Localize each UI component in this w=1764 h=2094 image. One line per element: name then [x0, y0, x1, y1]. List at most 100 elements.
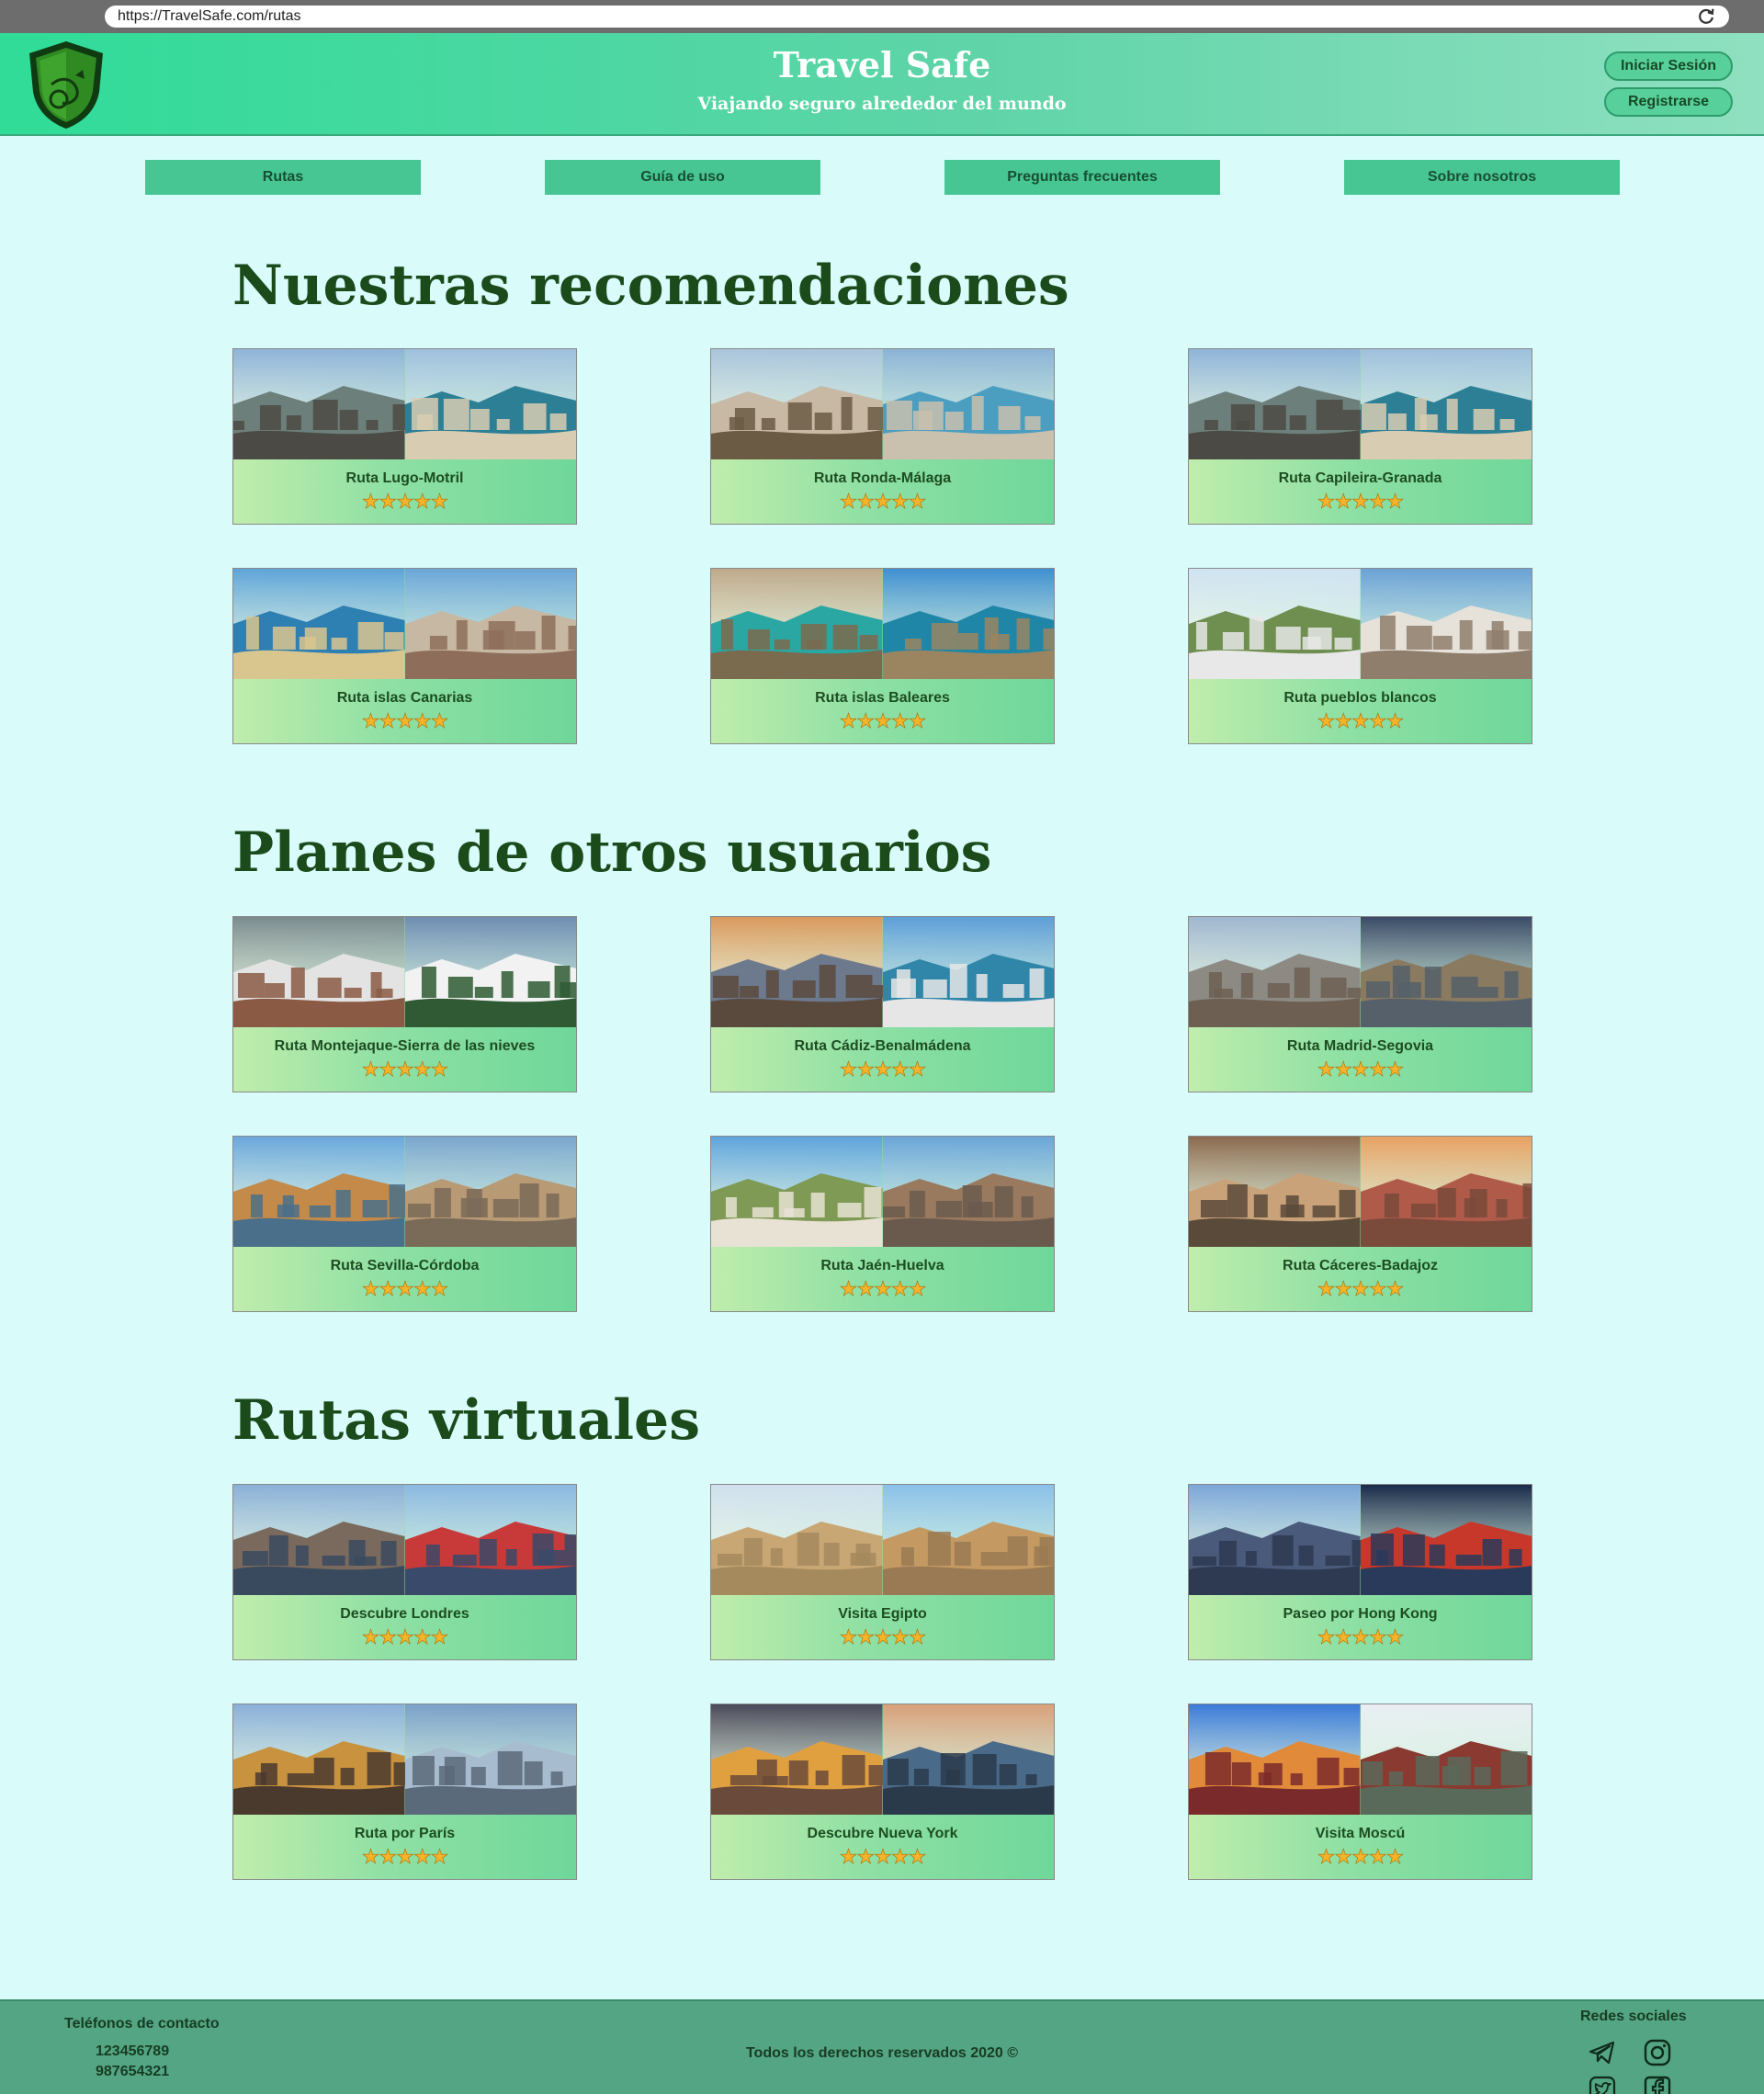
star-icon: ★ — [856, 709, 875, 732]
route-card[interactable]: Ruta Ronda-Málaga ★★★★★ — [710, 348, 1055, 525]
route-photo — [404, 569, 576, 679]
star-icon: ★ — [1334, 709, 1352, 732]
nav-preguntas-frecuentes[interactable]: Preguntas frecuentes — [944, 160, 1220, 195]
route-photos — [233, 1704, 576, 1815]
star-icon: ★ — [1368, 1277, 1387, 1300]
star-icon: ★ — [1385, 1277, 1404, 1300]
telegram-icon[interactable] — [1588, 2038, 1617, 2067]
route-card[interactable]: Ruta Cáceres-Badajoz ★★★★★ — [1188, 1136, 1532, 1312]
route-card[interactable]: Ruta islas Canarias ★★★★★ — [232, 568, 577, 744]
route-photos — [711, 1137, 1054, 1247]
route-card[interactable]: Ruta Montejaque-Sierra de las nieves ★★★… — [232, 916, 577, 1092]
url-text: https://TravelSafe.com/rutas — [118, 8, 301, 24]
star-icon: ★ — [890, 709, 910, 732]
route-title: Visita Moscú — [1315, 1826, 1406, 1841]
star-icon: ★ — [839, 709, 857, 732]
route-card[interactable]: Ruta Sevilla-Córdoba ★★★★★ — [232, 1136, 577, 1312]
route-title: Ruta Madrid-Segovia — [1286, 1038, 1434, 1054]
route-card[interactable]: Paseo por Hong Kong ★★★★★ — [1188, 1484, 1532, 1660]
route-card[interactable]: Ruta Capileira-Granada ★★★★★ — [1188, 348, 1532, 525]
route-photo — [1360, 1485, 1532, 1595]
star-icon: ★ — [1385, 1058, 1404, 1081]
star-icon: ★ — [1351, 1058, 1370, 1081]
star-icon: ★ — [856, 1277, 875, 1300]
route-photo — [882, 1137, 1054, 1247]
route-title: Ruta islas Baleares — [815, 690, 950, 706]
route-photo — [1189, 569, 1361, 679]
star-rating: ★★★★★ — [1189, 709, 1532, 732]
star-icon: ★ — [1385, 490, 1404, 513]
facebook-icon[interactable] — [1643, 2075, 1672, 2094]
star-icon: ★ — [908, 1845, 926, 1868]
star-rating: ★★★★★ — [233, 491, 576, 512]
route-photo — [233, 1704, 405, 1815]
route-photos — [233, 349, 576, 459]
route-card[interactable]: Ruta pueblos blancos ★★★★★ — [1188, 568, 1532, 744]
route-photo — [1189, 917, 1361, 1027]
star-rating: ★★★★★ — [1189, 1846, 1532, 1867]
star-icon: ★ — [890, 1845, 910, 1868]
star-icon: ★ — [396, 1058, 414, 1081]
route-title: Ruta Cádiz-Benalmádena — [794, 1038, 971, 1054]
star-icon: ★ — [413, 1625, 432, 1648]
route-card[interactable]: Visita Egipto ★★★★★ — [710, 1484, 1055, 1660]
instagram-icon[interactable] — [1643, 2038, 1672, 2067]
route-card[interactable]: Descubre Londres ★★★★★ — [232, 1484, 577, 1660]
star-icon: ★ — [379, 1625, 397, 1648]
route-title: Ruta Capileira-Granada — [1278, 470, 1442, 486]
route-photo — [711, 1137, 883, 1247]
route-card[interactable]: Visita Moscú ★★★★★ — [1188, 1703, 1532, 1880]
star-icon: ★ — [1317, 709, 1335, 732]
site-subtitle: Viajando seguro alrededor del mundo — [697, 94, 1067, 114]
star-icon: ★ — [1334, 490, 1352, 513]
route-card[interactable]: Ruta por París ★★★★★ — [232, 1703, 577, 1880]
route-card[interactable]: Ruta Cádiz-Benalmádena ★★★★★ — [710, 916, 1055, 1092]
route-photo — [1189, 1704, 1361, 1815]
star-rating: ★★★★★ — [711, 1625, 1054, 1648]
route-title: Ruta islas Canarias — [336, 690, 473, 706]
contact-label: Teléfonos de contacto — [64, 2016, 220, 2032]
reload-icon[interactable] — [1696, 6, 1716, 27]
route-photo — [233, 569, 405, 679]
star-icon: ★ — [361, 709, 379, 732]
nav-guia-de-uso[interactable]: Guía de uso — [545, 160, 820, 195]
star-icon: ★ — [396, 1845, 414, 1868]
star-icon: ★ — [890, 1058, 910, 1081]
url-field[interactable]: https://TravelSafe.com/rutas — [105, 6, 1729, 28]
section-title-recomendaciones: Nuestras recomendaciones — [232, 254, 1069, 318]
star-icon: ★ — [856, 490, 875, 513]
route-photo — [1360, 1137, 1532, 1247]
route-photo — [1189, 349, 1361, 459]
route-card[interactable]: Ruta islas Baleares ★★★★★ — [710, 568, 1055, 744]
nav-sobre-nosotros[interactable]: Sobre nosotros — [1344, 160, 1620, 195]
star-icon: ★ — [856, 1625, 875, 1648]
route-photos — [1189, 1485, 1532, 1595]
route-title: Ruta Cáceres-Badajoz — [1283, 1258, 1438, 1273]
twitter-icon[interactable] — [1588, 2075, 1617, 2094]
route-photos — [1189, 1704, 1532, 1815]
star-icon: ★ — [361, 1277, 379, 1300]
route-title: Paseo por Hong Kong — [1283, 1606, 1438, 1622]
star-icon: ★ — [839, 1277, 857, 1300]
star-icon: ★ — [1368, 709, 1387, 732]
star-rating: ★★★★★ — [711, 709, 1054, 732]
section-title-rutas-virtuales: Rutas virtuales — [232, 1388, 700, 1453]
route-photos — [1189, 1137, 1532, 1247]
star-icon: ★ — [1351, 490, 1370, 513]
login-button[interactable]: Iniciar Sesión — [1604, 51, 1733, 81]
route-title: Ruta Ronda-Málaga — [813, 470, 952, 486]
route-photos — [233, 1137, 576, 1247]
route-card[interactable]: Descubre Nueva York ★★★★★ — [710, 1703, 1055, 1880]
route-card[interactable]: Ruta Madrid-Segovia ★★★★★ — [1188, 916, 1532, 1092]
route-card[interactable]: Ruta Jaén-Huelva ★★★★★ — [710, 1136, 1055, 1312]
register-button[interactable]: Registrarse — [1604, 87, 1733, 117]
route-card[interactable]: Ruta Lugo-Motril ★★★★★ — [232, 348, 577, 525]
star-icon: ★ — [1385, 709, 1404, 732]
route-photos — [711, 349, 1054, 459]
star-icon: ★ — [839, 1058, 857, 1081]
star-icon: ★ — [1368, 490, 1387, 513]
route-photo — [1189, 1137, 1361, 1247]
nav-rutas[interactable]: Rutas — [145, 160, 421, 195]
star-icon: ★ — [379, 709, 397, 732]
route-photo — [882, 349, 1054, 459]
